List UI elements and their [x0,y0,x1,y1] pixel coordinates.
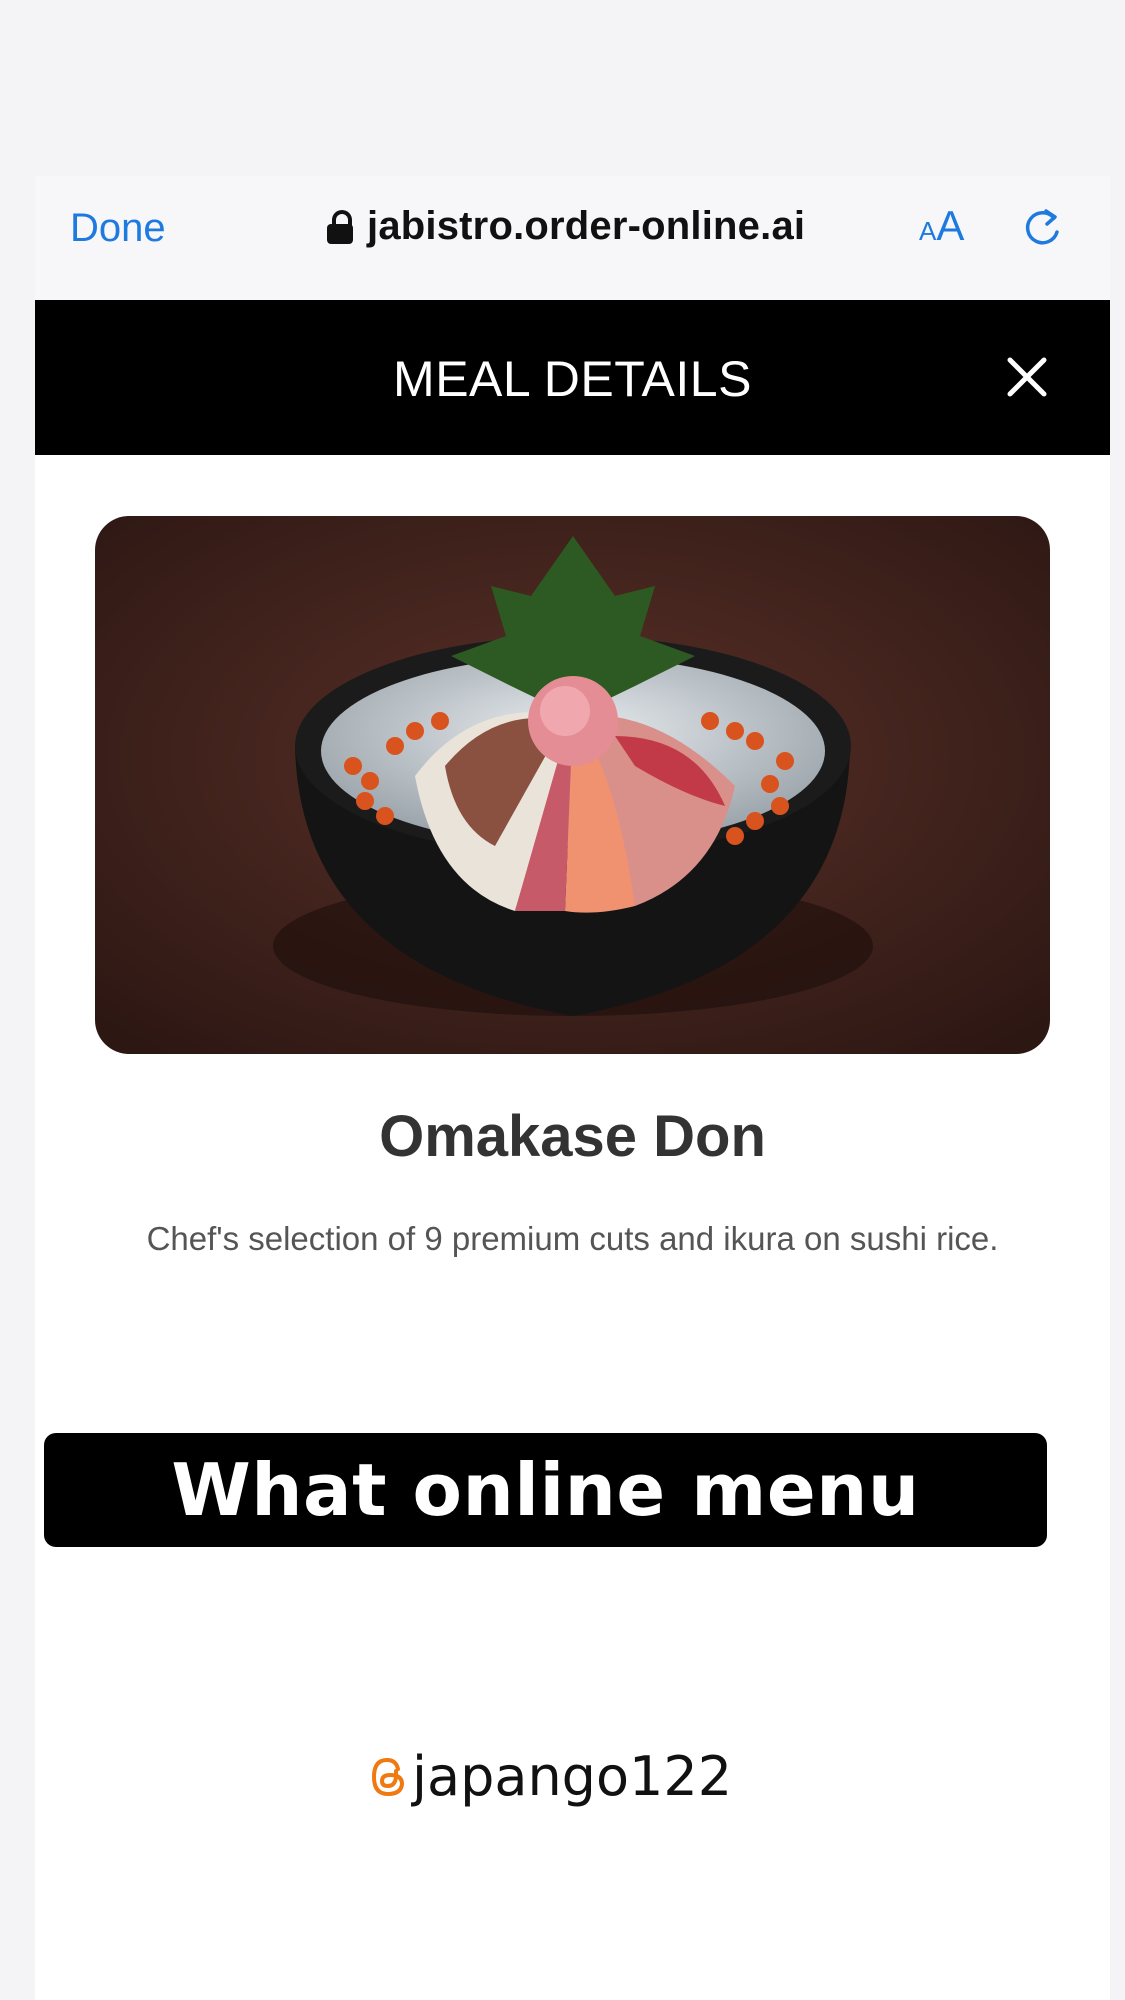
reload-icon[interactable] [1020,206,1064,250]
modal-title: MEAL DETAILS [393,351,752,407]
close-icon[interactable] [1005,355,1049,399]
creator-handle: japango122 [368,1745,732,1808]
threads-icon [371,1757,405,1796]
meal-description: Chef's selection of 9 premium cuts and i… [146,1220,999,1257]
text-size-small-label: A [919,216,937,246]
text-size-button[interactable]: AA [919,202,964,250]
url-text: jabistro.order-online.ai [367,204,806,248]
screenshot-page: Done jabistro.order-online.ai AA MEAL DE… [0,0,1125,2000]
handle-text: japango122 [412,1745,733,1808]
meal-name: Omakase Don [379,1104,766,1169]
done-button[interactable]: Done [70,206,166,251]
address-bar[interactable]: jabistro.order-online.ai [327,204,805,249]
meal-details-header: MEAL DETAILS [35,300,1110,455]
browser-toolbar: Done jabistro.order-online.ai AA [35,176,1110,300]
caption-text: What online menu shows [171,1448,920,1646]
lock-icon [327,209,353,244]
text-size-large-label: A [936,202,965,249]
meal-photo [95,516,1050,1054]
caption-overlay: What online menu shows [44,1433,1047,1646]
